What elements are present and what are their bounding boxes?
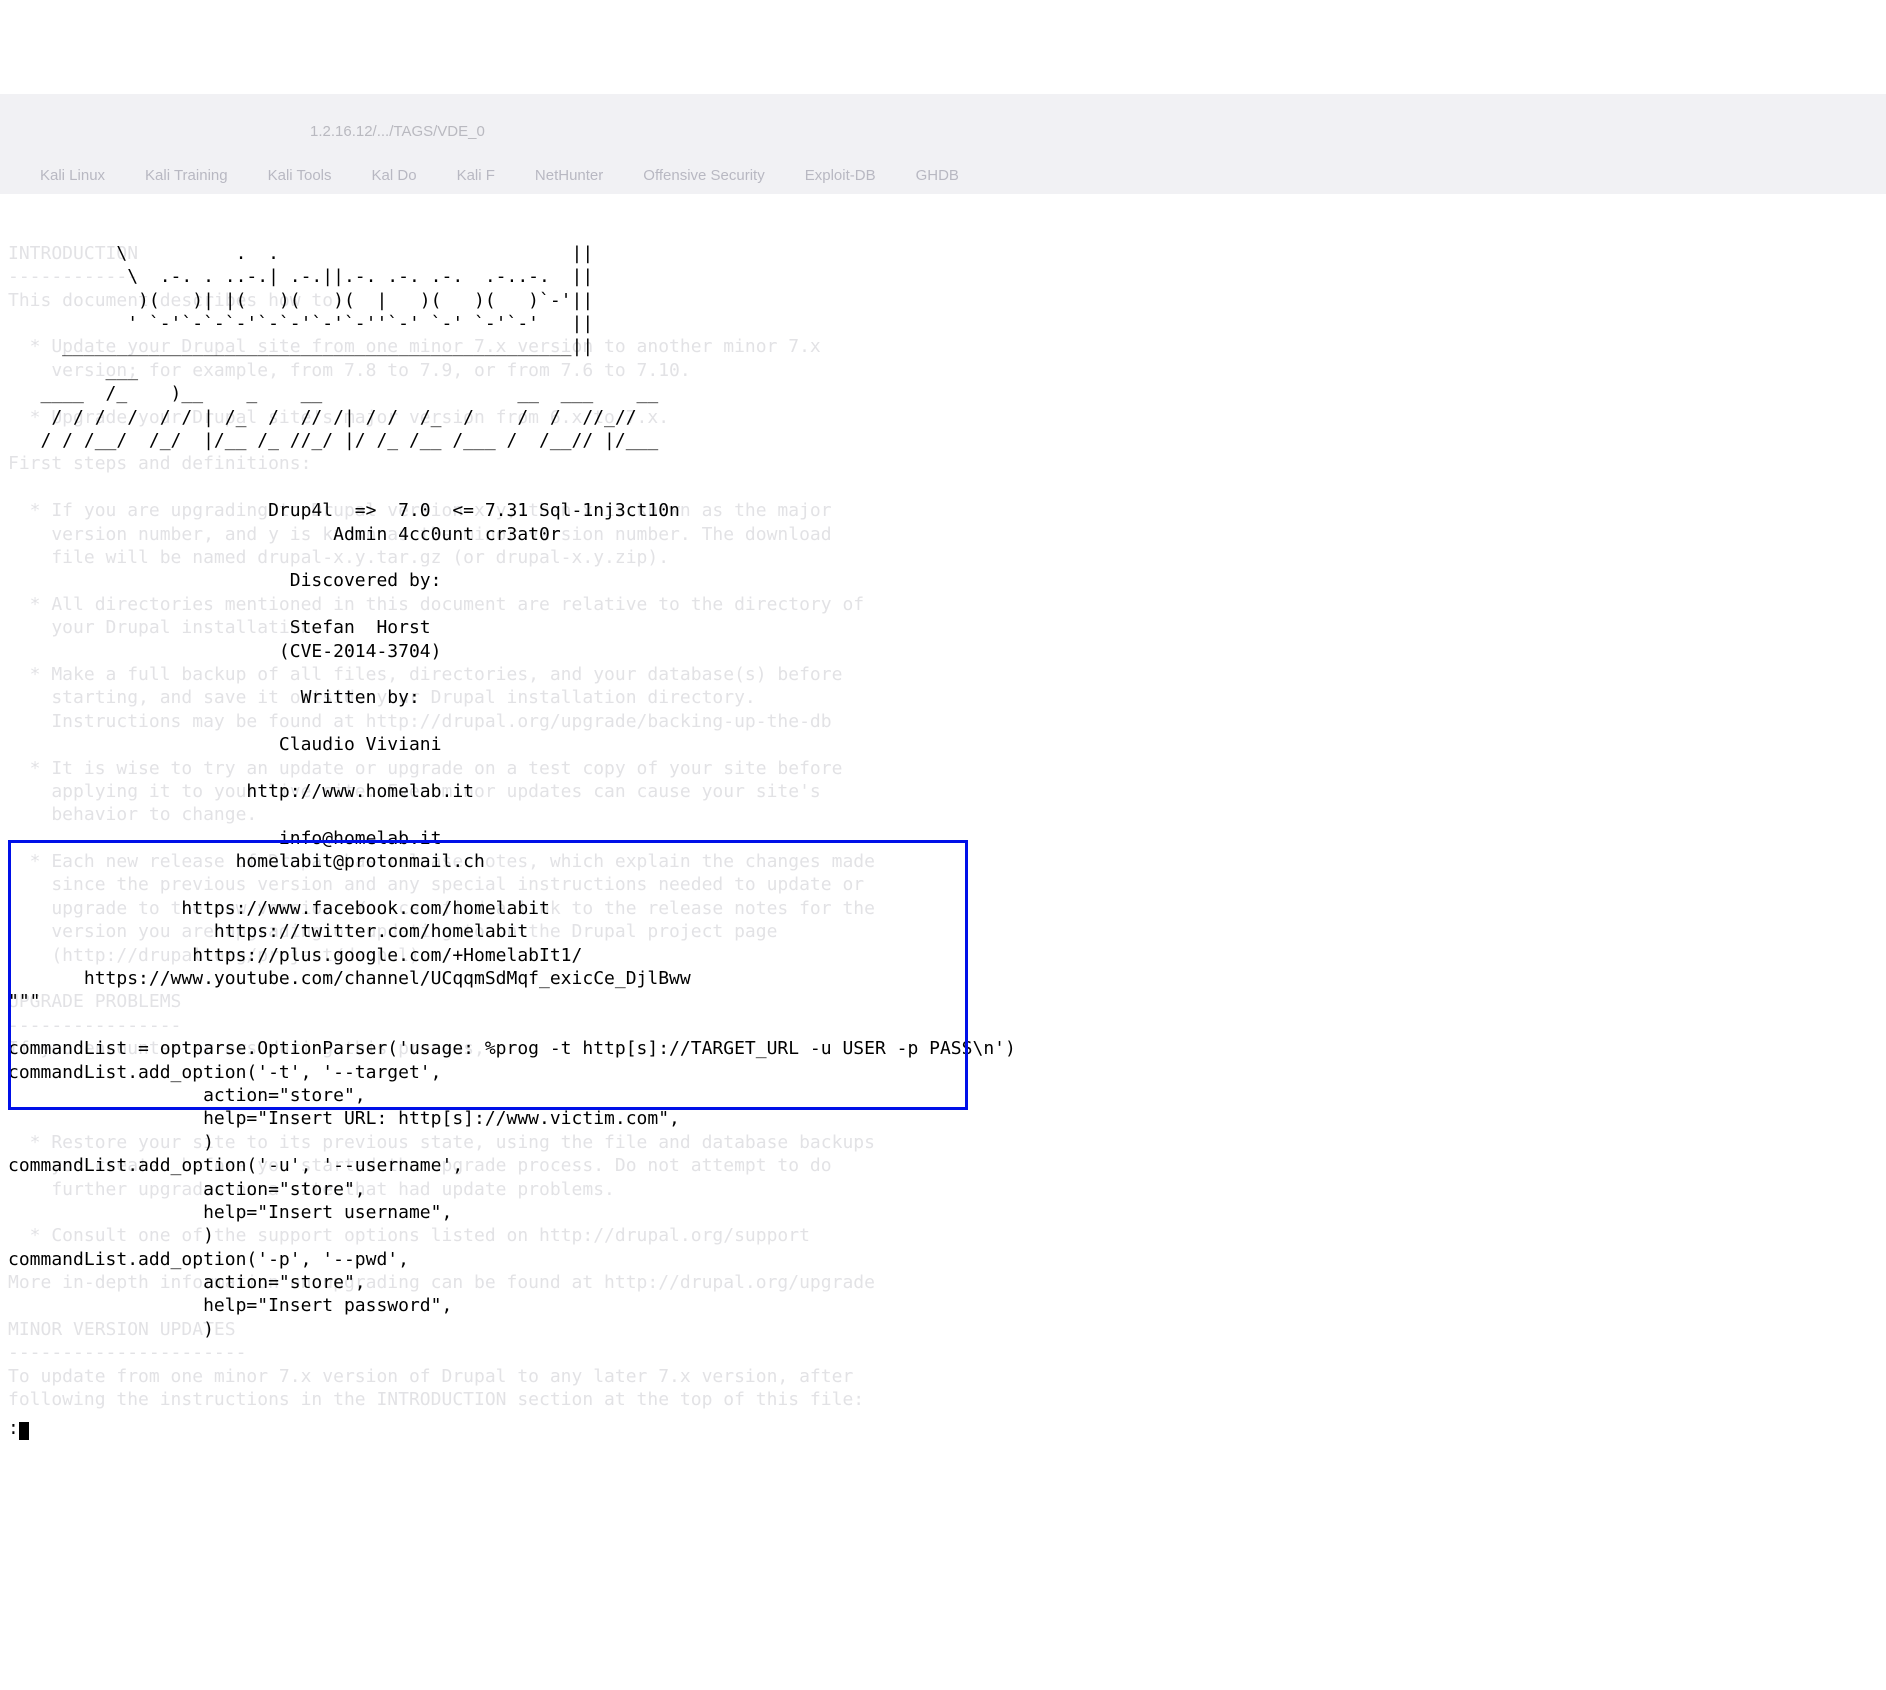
vim-command-line[interactable]: : (0, 1419, 1886, 1442)
command-prompt: : (8, 1420, 19, 1440)
text-cursor (19, 1422, 29, 1440)
bookmark-item[interactable]: GHDB (916, 167, 959, 184)
terminal-viewport: 1.2.16.12/.../TAGS/VDE_0 Kali LinuxKali … (0, 94, 1886, 1467)
terminal-output[interactable]: \ . . || \ .-. . ..-.| .-.||.-. .-. .-. … (0, 234, 1886, 1349)
